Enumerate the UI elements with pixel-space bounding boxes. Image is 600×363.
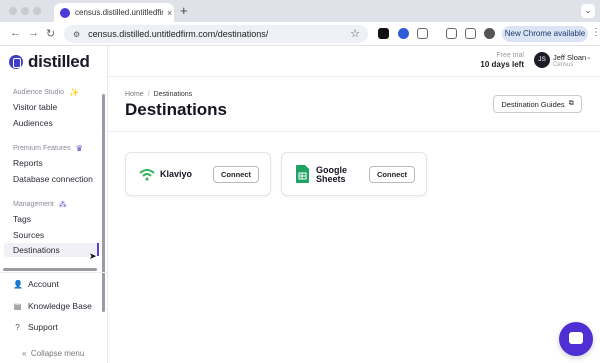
breadcrumb-separator: /: [147, 91, 150, 98]
breadcrumb: Home / Destinations: [125, 91, 192, 98]
main-divider: [108, 131, 600, 132]
sidebar-item-support[interactable]: ? Support: [13, 322, 58, 332]
sidebar-item-sources[interactable]: Sources: [13, 230, 44, 240]
destination-card-klaviyo: Klaviyo Connect: [125, 152, 271, 196]
reading-list-icon[interactable]: [446, 28, 457, 39]
dots-icon: ⁂: [58, 200, 67, 209]
browser-tab[interactable]: census.distilled.untitledfirm.c ×: [54, 3, 174, 22]
chat-bubble-icon: [569, 332, 583, 344]
sidebar-item-destinations[interactable]: Destinations: [4, 243, 99, 257]
profile-avatar-icon[interactable]: [484, 28, 495, 39]
external-link-icon: ⧉: [568, 100, 574, 107]
new-tab-button[interactable]: +: [180, 3, 188, 18]
active-indicator: [97, 243, 99, 256]
tab-title: census.distilled.untitledfirm.c: [75, 8, 163, 17]
section-label-text: Premium Features: [13, 145, 71, 152]
sidebar-vertical-scrollbar[interactable]: [102, 94, 105, 312]
url-text: census.distilled.untitledfirm.com/destin…: [88, 29, 269, 39]
section-label-premium-features: Premium Features ♛: [13, 144, 83, 153]
trial-days-left: 10 days left: [480, 60, 524, 69]
extension-icon-2[interactable]: [398, 28, 409, 39]
section-label-audience-studio: Audience Studio ✨: [13, 88, 79, 97]
sidebar: distilled Audience Studio ✨ Visitor tabl…: [0, 46, 108, 363]
section-label-text: Management: [13, 201, 54, 208]
page-title: Destinations: [125, 100, 228, 119]
help-icon: ?: [15, 322, 20, 332]
logo-mark-icon: [9, 55, 23, 69]
forward-icon[interactable]: →: [28, 27, 39, 39]
connect-button-klaviyo[interactable]: Connect: [213, 166, 259, 183]
breadcrumb-home[interactable]: Home: [125, 91, 144, 98]
window-close-button[interactable]: [9, 7, 17, 15]
logo[interactable]: distilled: [9, 52, 90, 72]
sidebar-item-audiences[interactable]: Audiences: [13, 118, 53, 128]
support-chat-button[interactable]: [559, 322, 593, 356]
sidebar-item-database-connection[interactable]: Database connection: [13, 174, 93, 184]
destination-name-line2: Sheets: [316, 174, 346, 184]
breadcrumb-current: Destinations: [153, 91, 193, 98]
sidebar-item-tags[interactable]: Tags: [13, 214, 31, 224]
avatar[interactable]: JS: [534, 52, 550, 68]
logo-text: distilled: [28, 52, 90, 71]
book-icon: ▤: [13, 301, 22, 311]
back-icon[interactable]: ←: [10, 27, 21, 39]
browser-tab-bar: census.distilled.untitledfirm.c × + ⌄: [0, 0, 600, 22]
sidebar-item-label: Knowledge Base: [28, 301, 92, 311]
crown-icon: ♛: [75, 144, 83, 153]
chrome-menu-icon[interactable]: ⋮: [591, 27, 600, 38]
window-zoom-button[interactable]: [33, 7, 41, 15]
sidebar-item-label: Account: [28, 279, 59, 289]
window-minimize-button[interactable]: [21, 7, 29, 15]
tab-close-icon[interactable]: ×: [167, 8, 172, 18]
chrome-update-button[interactable]: New Chrome available: [502, 26, 588, 42]
double-chevron-left-icon: «: [22, 349, 27, 358]
user-menu-chevron-icon[interactable]: ⌄: [586, 53, 592, 61]
side-panel-icon[interactable]: [465, 28, 476, 39]
trial-status: Free trial 10 days left: [480, 52, 524, 69]
destination-name: Klaviyo: [160, 169, 193, 179]
sidebar-item-label: Support: [28, 322, 58, 332]
tab-search-chevron-icon[interactable]: ⌄: [581, 4, 595, 18]
app-header: Free trial 10 days left JS Jeff Sloan Ce…: [108, 46, 600, 77]
mouse-cursor-icon: ➤: [89, 251, 97, 261]
collapse-menu-button[interactable]: « Collapse menu: [22, 349, 84, 358]
extension-icon-1[interactable]: [378, 28, 389, 39]
sidebar-item-visitor-table[interactable]: Visitor table: [13, 102, 57, 112]
sidebar-horizontal-scrollbar[interactable]: [3, 268, 97, 271]
address-bar[interactable]: ⚙ census.distilled.untitledfirm.com/dest…: [64, 25, 368, 43]
connect-button-google-sheets[interactable]: Connect: [369, 166, 415, 183]
sidebar-item-reports[interactable]: Reports: [13, 158, 43, 168]
tab-favicon-icon: [60, 7, 70, 18]
trial-label: Free trial: [496, 52, 524, 59]
browser-toolbar: ← → ↻ ⚙ census.distilled.untitledfirm.co…: [0, 22, 600, 46]
reload-icon[interactable]: ↻: [46, 27, 55, 40]
site-info-icon[interactable]: ⚙: [73, 30, 80, 39]
sparkle-icon: ✨: [68, 88, 79, 97]
extensions-puzzle-icon[interactable]: [417, 28, 428, 39]
destination-guides-label: Destination Guides: [501, 99, 565, 109]
destination-card-google-sheets: Google Sheets Connect: [281, 152, 427, 196]
destination-guides-button[interactable]: Destination Guides ⧉: [493, 95, 582, 113]
section-label-management: Management ⁂: [13, 200, 67, 209]
google-sheets-logo-icon: [296, 165, 309, 183]
collapse-menu-label: Collapse menu: [30, 349, 85, 358]
section-label-text: Audience Studio: [13, 89, 64, 96]
bookmark-star-icon[interactable]: ☆: [350, 27, 360, 40]
user-icon: 👤: [13, 279, 23, 289]
sidebar-item-account[interactable]: 👤 Account: [13, 279, 59, 289]
sidebar-divider: [0, 272, 107, 273]
klaviyo-logo-icon: [139, 169, 155, 181]
user-name[interactable]: Jeff Sloan: [553, 53, 586, 62]
user-org: Census: [553, 62, 574, 68]
sidebar-item-knowledge-base[interactable]: ▤ Knowledge Base: [13, 301, 92, 311]
